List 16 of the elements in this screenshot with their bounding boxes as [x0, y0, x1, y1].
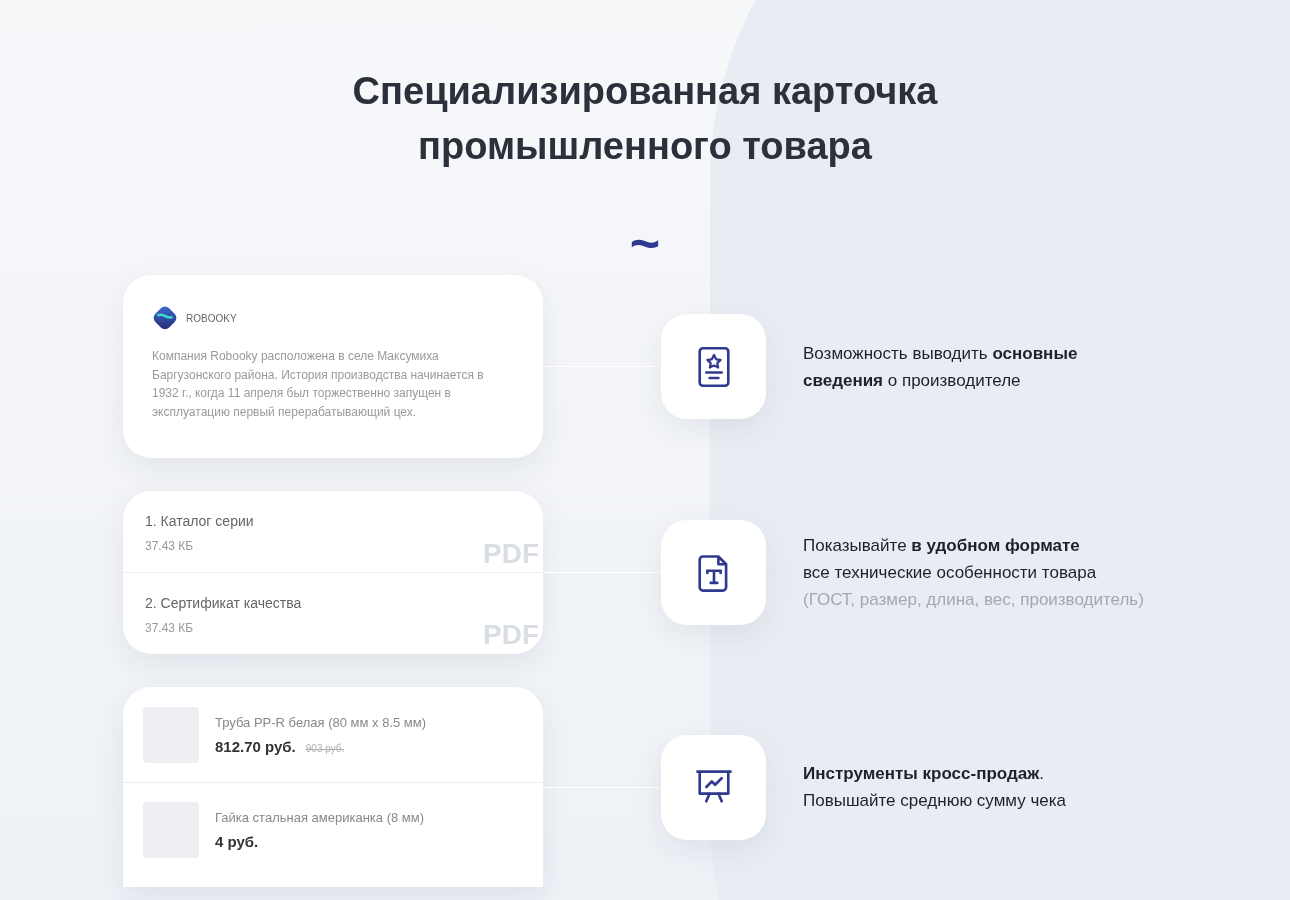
feature-description: Возможность выводить основные сведения о производителе [803, 342, 1078, 392]
page-title: Специализированная карточка промышленного товара [351, 69, 939, 169]
feature-note: (ГОСТ, размер, длина, вес, производитель) [803, 589, 1144, 611]
file-name[interactable]: 2. Сертификат качества [145, 595, 521, 611]
old-price: 903 руб. [305, 742, 345, 754]
file-name[interactable]: 1. Каталог серии [145, 513, 521, 529]
product-price: 4 руб. [215, 833, 259, 850]
file-size: 37.43 КБ [145, 539, 195, 553]
feature-description: Инструменты кросс-продаж. Повышайте среднюю сумму чека [803, 763, 1067, 812]
company-description: Компания Robooky расположена в селе Максумиха Баргузонского района. История производства начинается в 1932 г., когда 11 апреля был торжественно запущен в эксплуатацию первый перерабатывающий цех. [152, 348, 485, 421]
product-name[interactable]: Труба PP-R белая (80 мм x 8.5 мм) [215, 714, 427, 730]
feature-description: Показывайте в удобном формате все технические особенности товара [803, 535, 1098, 584]
company-name: ROBOOKY [186, 312, 237, 324]
tilde-divider: ~ [628, 218, 662, 270]
product-price: 812.70 руб. [215, 737, 296, 755]
product-name[interactable]: Гайка стальная американка (8 мм) [215, 810, 425, 825]
